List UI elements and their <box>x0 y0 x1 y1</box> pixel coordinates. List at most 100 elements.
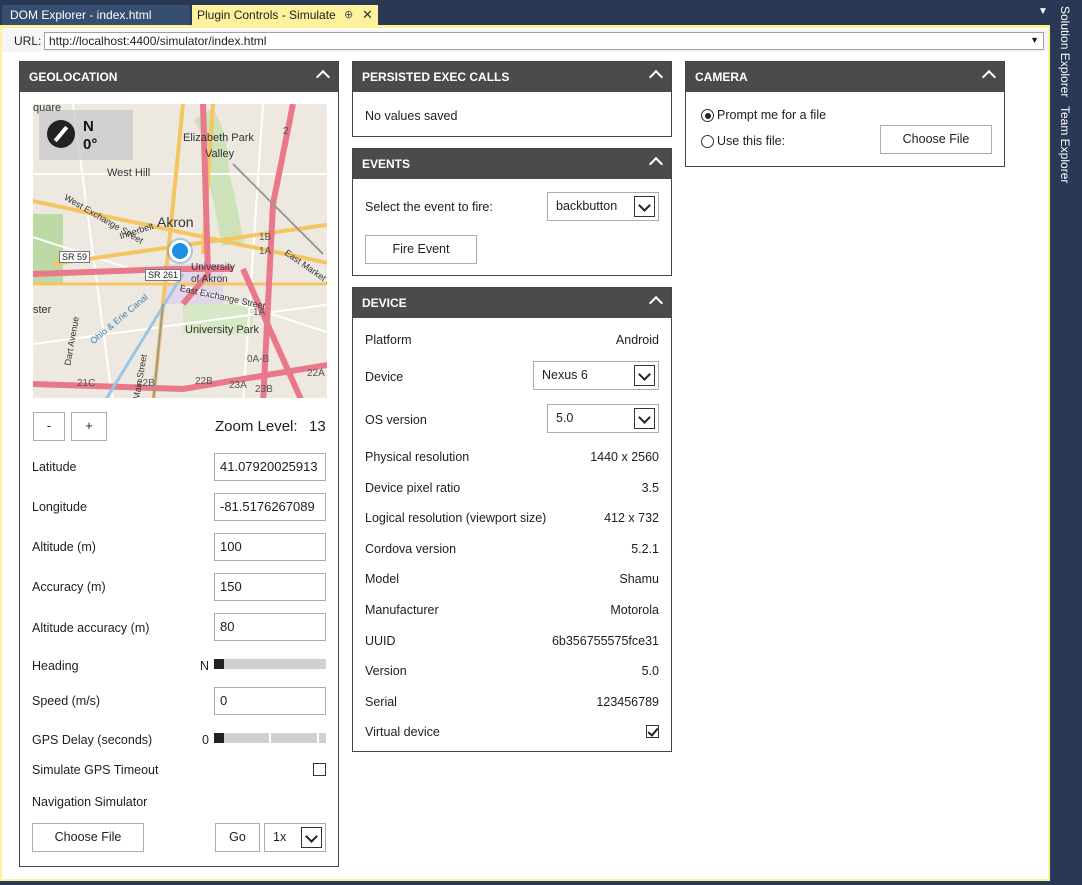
device-model-label: Device <box>365 370 404 384</box>
use-file-radio[interactable] <box>701 135 714 148</box>
device-property-label: Serial <box>365 695 397 709</box>
persisted-exec-calls-header[interactable]: PERSISTED EXEC CALLS <box>353 62 671 92</box>
prompt-file-label: Prompt me for a file <box>717 108 827 122</box>
nav-go-button[interactable]: Go <box>215 823 260 852</box>
altitude-input[interactable]: 100 <box>214 533 326 561</box>
device-property-value: 123456789 <box>596 695 659 709</box>
gps-delay-value: 0 <box>202 733 209 747</box>
collapse-chevron-icon[interactable] <box>981 69 997 85</box>
document-tab-strip: DOM Explorer - index.html Plugin Control… <box>0 0 1050 25</box>
heading-slider-thumb[interactable] <box>214 659 224 669</box>
slider-tick <box>317 733 319 743</box>
geolocation-title: GEOLOCATION <box>29 70 118 84</box>
device-property-value: Motorola <box>610 603 659 617</box>
map-label: Akron <box>157 214 194 230</box>
device-property-value: 412 x 732 <box>604 511 659 525</box>
camera-choose-file-button[interactable]: Choose File <box>880 125 992 154</box>
road-number: 23A <box>229 380 247 391</box>
compass-degrees: 0° <box>83 136 98 153</box>
zoom-out-button[interactable]: - <box>33 412 65 441</box>
altitude-accuracy-input[interactable]: 80 <box>214 613 326 641</box>
location-marker-icon[interactable] <box>169 240 191 262</box>
road-number: 2 <box>283 126 289 137</box>
fire-event-button[interactable]: Fire Event <box>365 235 477 264</box>
heading-slider[interactable] <box>214 659 326 669</box>
latitude-label: Latitude <box>32 460 77 474</box>
side-tab-team-explorer[interactable]: Team Explorer <box>1058 106 1072 183</box>
tab-dom-explorer[interactable]: DOM Explorer - index.html <box>2 5 190 25</box>
virtual-device-checkbox[interactable] <box>646 725 659 738</box>
pin-icon[interactable]: ⊕ <box>344 5 353 25</box>
slider-tick <box>269 733 271 743</box>
device-header[interactable]: DEVICE <box>353 288 671 318</box>
camera-title: CAMERA <box>695 70 748 84</box>
events-title: EVENTS <box>362 157 411 171</box>
speed-input[interactable]: 0 <box>214 687 326 715</box>
events-header[interactable]: EVENTS <box>353 149 671 179</box>
map-label: University Park <box>185 324 259 336</box>
zoom-in-button[interactable]: + <box>71 412 107 441</box>
gps-delay-label: GPS Delay (seconds) <box>32 733 153 747</box>
prompt-file-radio[interactable] <box>701 109 714 122</box>
url-dropdown-icon[interactable]: ▼ <box>1030 33 1039 47</box>
compass-icon <box>47 120 75 148</box>
heading-label: Heading <box>32 659 79 673</box>
nav-speed-select[interactable]: 1x <box>264 823 326 852</box>
persisted-exec-calls-title: PERSISTED EXEC CALLS <box>362 70 510 84</box>
device-property-label: Physical resolution <box>365 450 470 464</box>
device-select[interactable]: Nexus 6 <box>533 361 659 390</box>
chevron-down-icon[interactable] <box>634 196 655 217</box>
gps-delay-slider-thumb[interactable] <box>214 733 224 743</box>
device-property-label: Logical resolution (viewport size) <box>365 511 547 525</box>
event-select-label: Select the event to fire: <box>365 200 493 214</box>
altitude-label: Altitude (m) <box>32 540 96 554</box>
speed-label: Speed (m/s) <box>32 694 101 708</box>
tab-plugin-controls[interactable]: Plugin Controls - Simulate ⊕ ✕ <box>192 5 378 25</box>
gps-delay-slider[interactable] <box>214 733 326 743</box>
map-label: West Hill <box>107 167 151 179</box>
longitude-input[interactable]: -81.5176267089 <box>214 493 326 521</box>
map-label: ster <box>33 304 52 316</box>
chevron-down-icon[interactable] <box>634 408 655 429</box>
collapse-chevron-icon[interactable] <box>648 295 664 311</box>
close-icon[interactable]: ✕ <box>362 5 373 25</box>
side-tab-solution-explorer[interactable]: Solution Explorer <box>1058 6 1072 97</box>
device-select-value: Nexus 6 <box>542 368 588 382</box>
tab-overflow-dropdown-icon[interactable]: ▼ <box>1038 6 1048 17</box>
accuracy-input[interactable]: 150 <box>214 573 326 601</box>
geolocation-header[interactable]: GEOLOCATION <box>20 62 338 92</box>
camera-panel: CAMERA Prompt me for a file Use this fil… <box>685 61 1005 167</box>
collapse-chevron-icon[interactable] <box>648 156 664 172</box>
device-property-value: 6b356755575fce31 <box>551 634 659 648</box>
camera-header[interactable]: CAMERA <box>686 62 1004 92</box>
map-label: University of Akron <box>191 262 235 285</box>
device-property-label: Manufacturer <box>365 603 439 617</box>
heading-value: N <box>200 659 210 673</box>
device-property-label: Model <box>365 572 400 586</box>
device-property-label: Device pixel ratio <box>365 481 461 495</box>
os-version-label: OS version <box>365 413 427 427</box>
road-number: 1A <box>253 307 266 318</box>
chevron-down-icon[interactable] <box>634 365 655 386</box>
device-property-value: 3.5 <box>641 481 659 495</box>
url-input[interactable]: http://localhost:4400/simulator/index.ht… <box>44 32 1044 50</box>
collapse-chevron-icon[interactable] <box>648 69 664 85</box>
event-select[interactable]: backbutton <box>547 192 659 221</box>
gps-timeout-label: Simulate GPS Timeout <box>32 763 159 777</box>
no-values-text: No values saved <box>365 109 458 123</box>
os-version-select[interactable]: 5.0 <box>547 404 659 433</box>
chevron-down-icon[interactable] <box>301 827 322 848</box>
device-property-value: 1440 x 2560 <box>590 450 659 464</box>
longitude-label: Longitude <box>32 500 87 514</box>
latitude-input[interactable]: 41.07920025913 <box>214 453 326 481</box>
road-number: 23B <box>255 384 273 395</box>
nav-choose-file-button[interactable]: Choose File <box>32 823 144 852</box>
gps-timeout-checkbox[interactable] <box>313 763 326 776</box>
geolocation-map[interactable]: N 0° quare Elizabeth Park Valley West Hi… <box>33 104 327 398</box>
road-number: 22B <box>195 376 213 387</box>
virtual-device-label: Virtual device <box>365 725 440 739</box>
url-label: URL: <box>14 34 42 48</box>
collapse-chevron-icon[interactable] <box>315 69 331 85</box>
url-value: http://localhost:4400/simulator/index.ht… <box>49 34 267 48</box>
altitude-accuracy-label: Altitude accuracy (m) <box>32 621 150 635</box>
